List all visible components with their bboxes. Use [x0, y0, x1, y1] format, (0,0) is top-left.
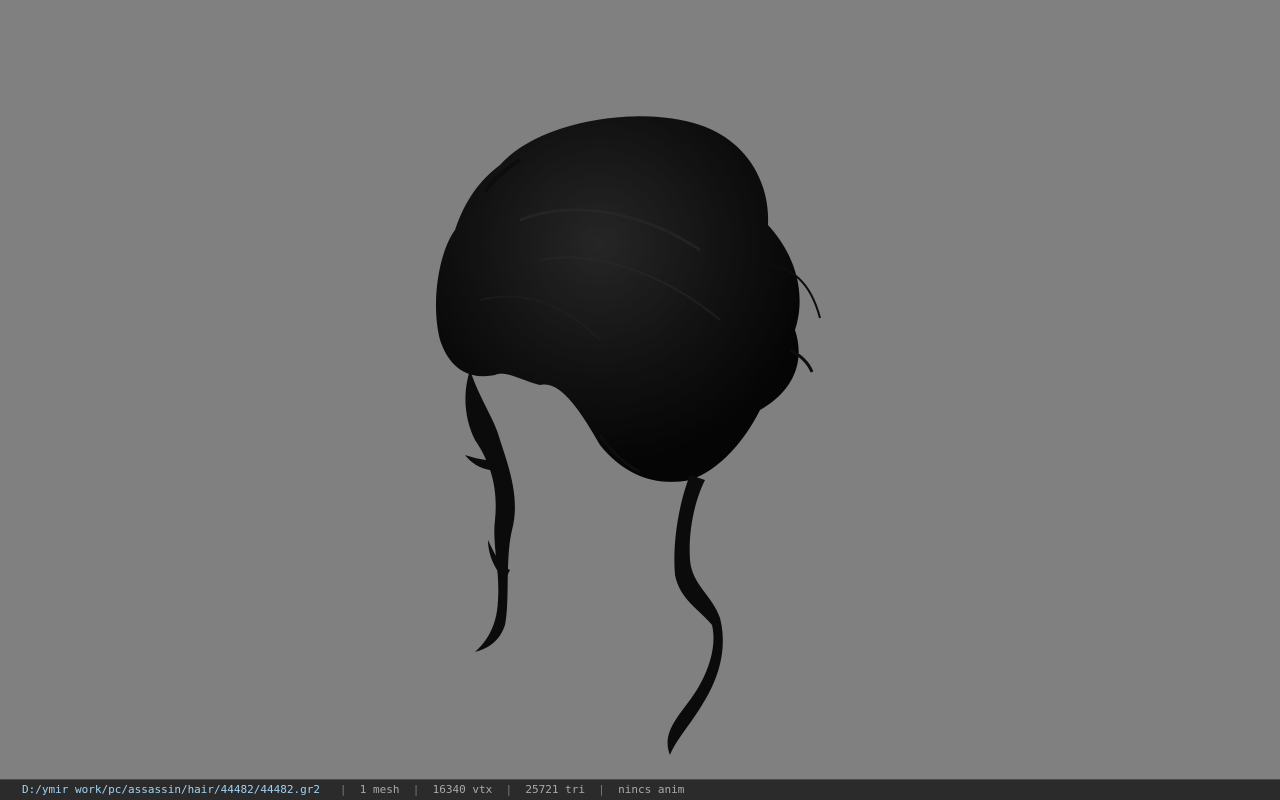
3d-viewport[interactable]: [0, 0, 1280, 779]
status-bar: D:/ymir work/pc/assassin/hair/44482/4448…: [0, 779, 1280, 800]
status-separator: |: [505, 783, 513, 796]
mesh-count: 1 mesh: [359, 783, 400, 796]
status-separator: |: [339, 783, 347, 796]
vertex-count: 16340 vtx: [432, 783, 493, 796]
status-separator: |: [412, 783, 420, 796]
animation-status: nincs anim: [618, 783, 685, 796]
status-separator: |: [598, 783, 605, 796]
hair-mesh-icon: [435, 116, 821, 755]
file-path: D:/ymir work/pc/assassin/hair/44482/4448…: [22, 783, 321, 796]
triangle-count: 25721 tri: [525, 783, 585, 796]
